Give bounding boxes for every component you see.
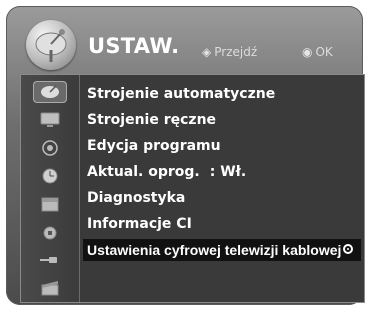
navigate-arrows-icon: ◈ [202,45,212,59]
clock-icon[interactable] [33,165,67,187]
menu-item-label: Strojenie automatyczne [87,86,276,102]
software-update-value: : Wł. [209,164,247,180]
ok-hint: ◉ OK [302,45,333,59]
ok-select-icon [343,244,353,254]
menu-item-auto-tuning[interactable]: Strojenie automatyczne [83,83,275,105]
calendar-icon[interactable] [33,193,67,215]
clapper-icon[interactable] [33,277,67,299]
osd-header: USTAW. ◈ Przejdź ◉ OK [16,18,353,76]
ok-hint-label: OK [315,45,333,59]
input-cable-icon[interactable] [33,249,67,271]
menu-item-label: Edycja programu [87,138,221,154]
menu-item-label: Ustawienia cyfrowej telewizji kablowej [87,242,342,258]
screen-icon[interactable] [33,109,67,131]
satellite-dish-icon[interactable] [33,81,67,103]
settings-logo-icon [26,20,76,70]
move-hint-label: Przejdź [214,45,258,59]
menu-item-ci-information[interactable]: Informacje CI [83,213,192,235]
category-sidebar [21,75,80,302]
audio-icon[interactable] [33,137,67,159]
menu-item-label: Informacje CI [87,216,192,232]
menu-item-digital-cable-settings[interactable]: Ustawienia cyfrowej telewizji kablowej [83,239,361,261]
lock-icon[interactable] [33,221,67,243]
menu-title: USTAW. [88,34,180,58]
settings-osd: USTAW. ◈ Przejdź ◉ OK Strojenie automaty… [6,6,365,305]
move-hint: ◈ Przejdź [202,45,257,59]
menu-item-label: Strojenie ręczne [87,112,217,128]
menu-item-label: Aktual. oprog. [87,164,200,180]
menu-item-diagnostics[interactable]: Diagnostyka [83,187,185,209]
menu-panel: Strojenie automatyczne Strojenie ręczne … [20,74,365,303]
menu-item-software-update[interactable]: Aktual. oprog. : Wł. [83,161,246,183]
menu-item-programme-edit[interactable]: Edycja programu [83,135,221,157]
menu-item-label: Diagnostyka [87,190,186,206]
menu-item-manual-tuning[interactable]: Strojenie ręczne [83,109,216,131]
ok-button-icon: ◉ [302,45,313,59]
